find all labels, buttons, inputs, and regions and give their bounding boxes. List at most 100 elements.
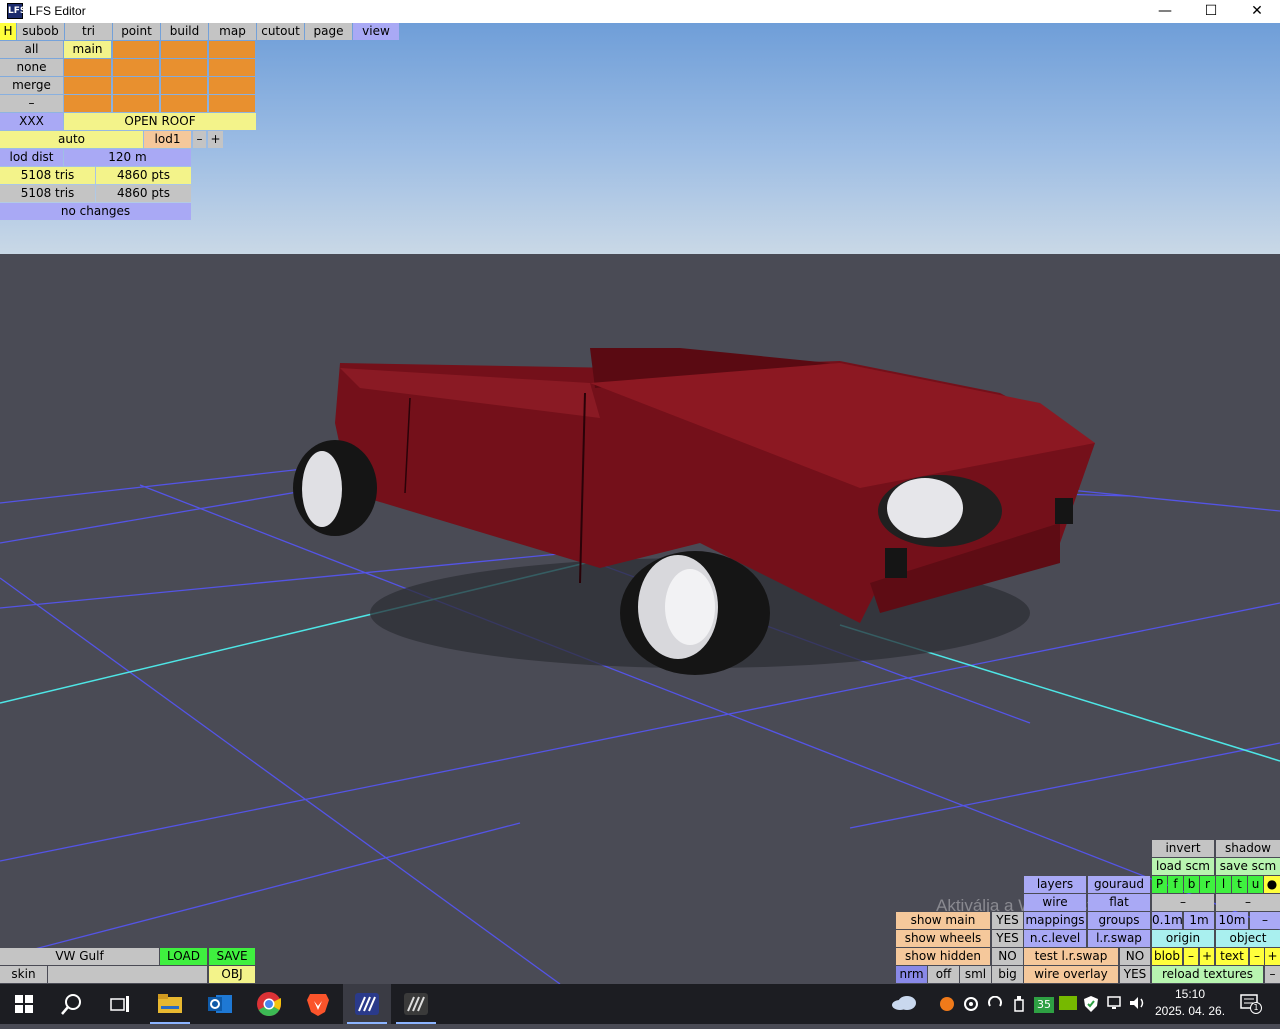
show-wheels-label[interactable]: show wheels (896, 930, 990, 947)
menu-cutout[interactable]: cutout (257, 23, 304, 40)
3d-viewport[interactable] (0, 23, 1280, 984)
nc-level-button[interactable]: n.c.level (1024, 930, 1086, 947)
size-off-button[interactable]: off (928, 966, 959, 983)
mappings-button[interactable]: mappings (1024, 912, 1086, 929)
dash-button[interactable]: – (0, 95, 63, 112)
settings-tray-icon[interactable] (962, 996, 980, 1014)
subobject-slot[interactable] (113, 95, 159, 112)
size-nrm-button[interactable]: nrm (896, 966, 927, 983)
view-p-button[interactable]: P (1152, 876, 1167, 893)
brave-icon[interactable] (294, 984, 342, 1024)
chrome-icon[interactable] (245, 984, 293, 1024)
menu-subob[interactable]: subob (17, 23, 64, 40)
show-main-label[interactable]: show main (896, 912, 990, 929)
subobject-slot[interactable] (161, 41, 207, 58)
notification-icon[interactable]: 1 (1238, 994, 1262, 1014)
menu-build[interactable]: build (161, 23, 208, 40)
task-view-icon[interactable] (96, 984, 144, 1024)
menu-map[interactable]: map (209, 23, 256, 40)
xxx-button[interactable]: XXX (0, 113, 63, 130)
view-r-button[interactable]: r (1200, 876, 1215, 893)
size-big-button[interactable]: big (992, 966, 1023, 983)
show-hidden-toggle[interactable]: NO (992, 948, 1023, 965)
subobject-slot[interactable] (209, 77, 255, 94)
grid-10m-button[interactable]: 10m (1216, 912, 1248, 929)
wire-overlay-label[interactable]: wire overlay (1024, 966, 1118, 983)
reload-textures-button[interactable]: reload textures (1152, 966, 1263, 983)
show-main-toggle[interactable]: YES (992, 912, 1023, 929)
save-button[interactable]: SAVE (209, 948, 255, 965)
file-explorer-icon[interactable] (146, 984, 194, 1024)
lod-minus-button[interactable]: – (193, 131, 206, 148)
search-icon[interactable] (48, 984, 96, 1024)
merge-button[interactable]: merge (0, 77, 63, 94)
network-icon[interactable] (1106, 996, 1124, 1014)
badge-tray-icon[interactable]: 35 (1034, 997, 1054, 1013)
blob-plus-button[interactable]: + (1200, 948, 1214, 965)
subobject-slot[interactable] (161, 95, 207, 112)
lr-swap-button[interactable]: l.r.swap (1088, 930, 1150, 947)
subobject-slot[interactable] (113, 41, 159, 58)
dash-button-2[interactable]: – (1216, 894, 1280, 911)
menu-page[interactable]: page (305, 23, 352, 40)
subobject-slot[interactable] (209, 59, 255, 76)
lod-plus-button[interactable]: + (208, 131, 223, 148)
test-lr-swap-toggle[interactable]: NO (1120, 948, 1150, 965)
clock[interactable]: 15:10 2025. 04. 26. (1150, 986, 1230, 1022)
grid-0-1m-button[interactable]: 0.1m (1152, 912, 1182, 929)
security-tray-icon[interactable] (1082, 996, 1100, 1014)
reload-dash-button[interactable]: – (1265, 966, 1280, 983)
object-button[interactable]: object (1216, 930, 1280, 947)
blob-button[interactable]: blob (1152, 948, 1182, 965)
menu-point[interactable]: point (113, 23, 160, 40)
usb-tray-icon[interactable] (1010, 996, 1028, 1014)
app-tray-icon[interactable] (938, 996, 956, 1014)
invert-button[interactable]: invert (1152, 840, 1214, 857)
view-f-button[interactable]: f (1168, 876, 1183, 893)
text-button[interactable]: text (1216, 948, 1248, 965)
grid-1m-button[interactable]: 1m (1184, 912, 1214, 929)
shadow-button[interactable]: shadow (1216, 840, 1280, 857)
text-plus-button[interactable]: + (1265, 948, 1280, 965)
view-dot-button[interactable]: ● (1264, 876, 1280, 893)
dash-button-1[interactable]: – (1152, 894, 1214, 911)
lod-auto-button[interactable]: auto (0, 131, 143, 148)
layers-button[interactable]: layers (1024, 876, 1086, 893)
grid-dash-button[interactable]: – (1250, 912, 1280, 929)
subobject-slot[interactable] (209, 41, 255, 58)
show-hidden-label[interactable]: show hidden (896, 948, 990, 965)
subobject-slot[interactable] (161, 59, 207, 76)
text-minus-button[interactable]: – (1250, 948, 1264, 965)
test-lr-swap-label[interactable]: test l.r.swap (1024, 948, 1118, 965)
origin-button[interactable]: origin (1152, 930, 1214, 947)
nvidia-tray-icon[interactable] (1058, 996, 1078, 1014)
show-wheels-toggle[interactable]: YES (992, 930, 1023, 947)
subobject-slot[interactable] (64, 59, 111, 76)
blob-minus-button[interactable]: – (1184, 948, 1198, 965)
subobject-slot[interactable] (64, 77, 111, 94)
subobject-slot[interactable] (209, 95, 255, 112)
outlook-icon[interactable] (196, 984, 244, 1024)
lfs-taskbar-icon[interactable] (392, 984, 440, 1024)
close-button[interactable]: ✕ (1234, 0, 1280, 23)
subobject-slot[interactable] (113, 59, 159, 76)
skin-button[interactable]: skin (0, 966, 47, 983)
wire-overlay-toggle[interactable]: YES (1120, 966, 1150, 983)
view-u-button[interactable]: u (1248, 876, 1263, 893)
select-all-button[interactable]: all (0, 41, 63, 58)
lod-level-button[interactable]: lod1 (144, 131, 191, 148)
menu-tri[interactable]: tri (65, 23, 112, 40)
gouraud-button[interactable]: gouraud (1088, 876, 1150, 893)
obj-button[interactable]: OBJ (209, 966, 255, 983)
start-icon[interactable] (0, 984, 48, 1024)
menu-view[interactable]: view (353, 23, 399, 40)
menu-h[interactable]: H (0, 23, 16, 40)
flat-button[interactable]: flat (1088, 894, 1150, 911)
view-b-button[interactable]: b (1184, 876, 1199, 893)
subobject-slot[interactable] (113, 77, 159, 94)
view-t-button[interactable]: t (1232, 876, 1247, 893)
select-none-button[interactable]: none (0, 59, 63, 76)
volume-icon[interactable] (1128, 996, 1148, 1014)
lfs-editor-taskbar-icon[interactable] (343, 984, 391, 1024)
subobject-main[interactable]: main (64, 41, 111, 58)
